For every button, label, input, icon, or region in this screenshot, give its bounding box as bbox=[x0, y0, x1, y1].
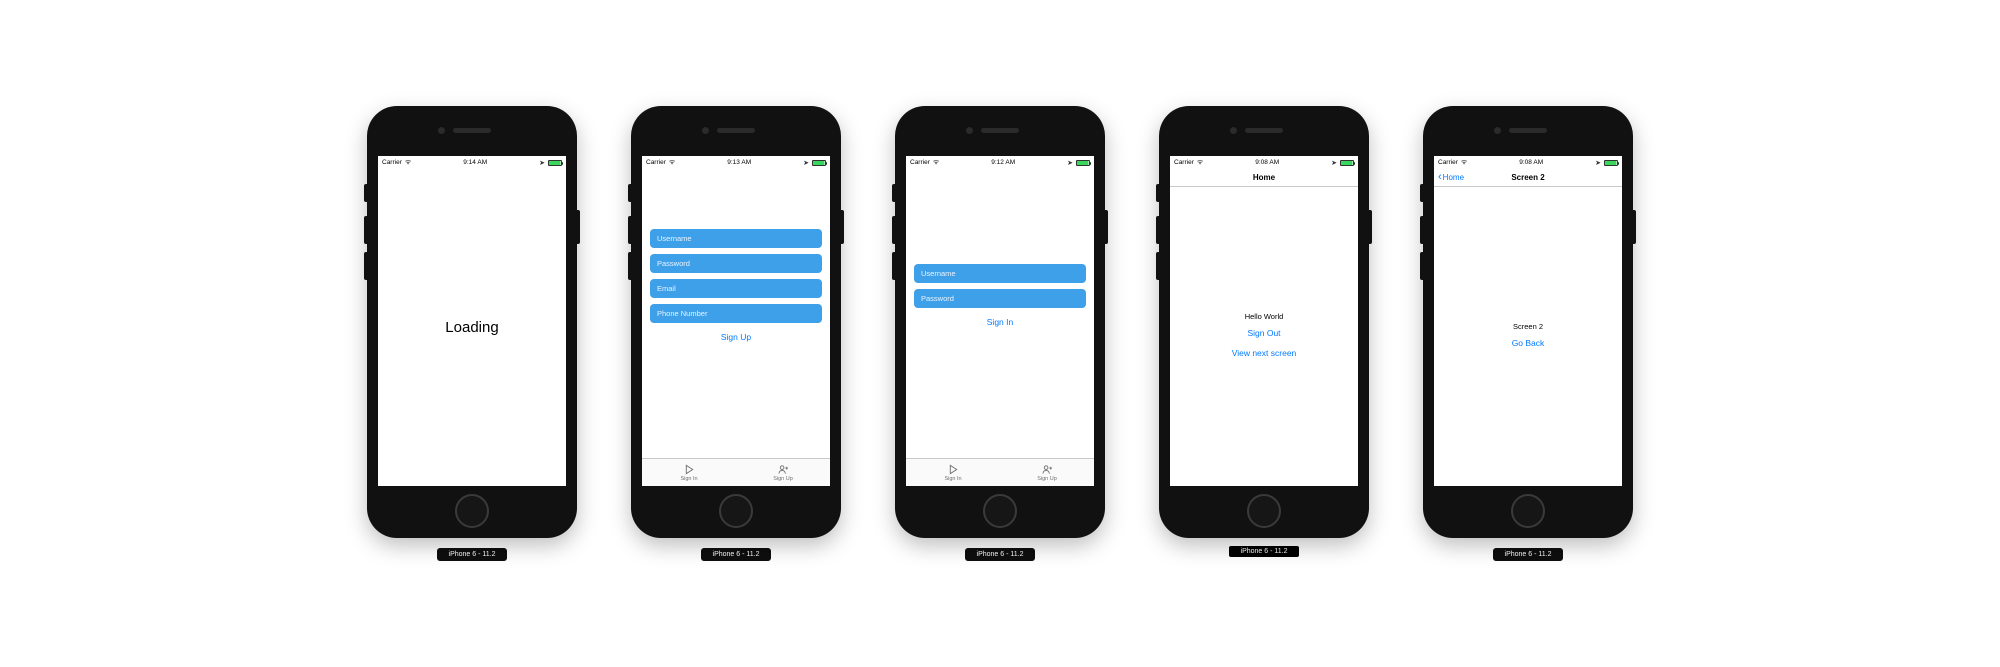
clock: 9:08 AM bbox=[1255, 159, 1279, 166]
view-next-button[interactable]: View next screen bbox=[1232, 345, 1297, 361]
screen-label: Screen 2 bbox=[1513, 322, 1543, 331]
wifi-icon: ᯤ bbox=[1197, 158, 1203, 167]
status-bar: Carrierᯤ 9:14 AM ➤ bbox=[378, 156, 566, 169]
home-button[interactable] bbox=[1511, 494, 1545, 528]
device-5: Carrierᯤ 9:08 AM ➤ ‹ Home Screen 2 Scree… bbox=[1423, 106, 1633, 561]
location-icon: ➤ bbox=[1067, 159, 1073, 167]
tab-signup[interactable]: Sign Up bbox=[736, 459, 830, 486]
device-4: Carrierᯤ 9:08 AM ➤ Home Hello World Sign… bbox=[1159, 106, 1369, 557]
status-bar: Carrierᯤ 9:12 AM ➤ bbox=[906, 156, 1094, 169]
loading-label: Loading bbox=[445, 319, 498, 336]
tab-bar: Sign In Sign Up bbox=[906, 458, 1094, 486]
simulator-label: iPhone 6 - 11.2 bbox=[965, 548, 1036, 561]
nav-bar: ‹ Home Screen 2 bbox=[1434, 169, 1622, 187]
screen-signup: Carrierᯤ 9:13 AM ➤ Sign Up bbox=[642, 156, 830, 486]
phone-frame: Carrierᯤ 9:14 AM ➤ Loading bbox=[367, 106, 577, 538]
signup-button[interactable]: Sign Up bbox=[721, 329, 751, 345]
carrier-label: Carrier bbox=[646, 159, 666, 166]
phone-field[interactable] bbox=[650, 304, 822, 323]
wifi-icon: ᯤ bbox=[669, 158, 675, 167]
wifi-icon: ᯤ bbox=[405, 158, 411, 167]
phone-frame: Carrierᯤ 9:08 AM ➤ ‹ Home Screen 2 Scree… bbox=[1423, 106, 1633, 538]
wifi-icon: ᯤ bbox=[933, 158, 939, 167]
signup-icon bbox=[1042, 464, 1053, 475]
home-button[interactable] bbox=[1247, 494, 1281, 528]
battery-icon bbox=[1340, 160, 1354, 166]
home-button[interactable] bbox=[983, 494, 1017, 528]
nav-title: Home bbox=[1253, 173, 1275, 182]
simulator-label: iPhone 6 - 11.2 bbox=[1493, 548, 1564, 561]
screen-home: Carrierᯤ 9:08 AM ➤ Home Hello World Sign… bbox=[1170, 156, 1358, 486]
username-field[interactable] bbox=[650, 229, 822, 248]
back-button[interactable]: ‹ Home bbox=[1438, 169, 1464, 186]
password-field[interactable] bbox=[650, 254, 822, 273]
home-button[interactable] bbox=[455, 494, 489, 528]
chevron-left-icon: ‹ bbox=[1438, 172, 1442, 183]
tab-signup-label: Sign Up bbox=[773, 476, 793, 482]
simulator-label: iPhone 6 - 11.2 bbox=[701, 548, 772, 561]
battery-icon bbox=[548, 160, 562, 166]
signin-button[interactable]: Sign In bbox=[987, 314, 1013, 330]
signup-icon bbox=[778, 464, 789, 475]
screen-loading: Carrierᯤ 9:14 AM ➤ Loading bbox=[378, 156, 566, 486]
tab-signin[interactable]: Sign In bbox=[906, 459, 1000, 486]
battery-icon bbox=[812, 160, 826, 166]
tab-signin[interactable]: Sign In bbox=[642, 459, 736, 486]
signout-button[interactable]: Sign Out bbox=[1247, 325, 1280, 341]
status-bar: Carrierᯤ 9:13 AM ➤ bbox=[642, 156, 830, 169]
nav-title: Screen 2 bbox=[1511, 173, 1544, 182]
tab-signin-label: Sign In bbox=[944, 476, 961, 482]
carrier-label: Carrier bbox=[382, 159, 402, 166]
phone-frame: Carrierᯤ 9:13 AM ➤ Sign Up bbox=[631, 106, 841, 538]
nav-bar: Home bbox=[1170, 169, 1358, 187]
location-icon: ➤ bbox=[803, 159, 809, 167]
battery-icon bbox=[1076, 160, 1090, 166]
device-1: Carrierᯤ 9:14 AM ➤ Loading iPhone 6 - 11… bbox=[367, 106, 577, 561]
carrier-label: Carrier bbox=[910, 159, 930, 166]
phone-frame: Carrierᯤ 9:12 AM ➤ Sign In bbox=[895, 106, 1105, 538]
screen-detail: Carrierᯤ 9:08 AM ➤ ‹ Home Screen 2 Scree… bbox=[1434, 156, 1622, 486]
battery-icon bbox=[1604, 160, 1618, 166]
email-field[interactable] bbox=[650, 279, 822, 298]
clock: 9:14 AM bbox=[463, 159, 487, 166]
clock: 9:12 AM bbox=[991, 159, 1015, 166]
signin-icon bbox=[684, 464, 695, 475]
back-label: Home bbox=[1443, 173, 1464, 182]
home-button[interactable] bbox=[719, 494, 753, 528]
clock: 9:08 AM bbox=[1519, 159, 1543, 166]
tab-signup[interactable]: Sign Up bbox=[1000, 459, 1094, 486]
password-field[interactable] bbox=[914, 289, 1086, 308]
simulator-label: iPhone 6 - 11.2 bbox=[1229, 546, 1300, 557]
device-2: Carrierᯤ 9:13 AM ➤ Sign Up bbox=[631, 106, 841, 561]
location-icon: ➤ bbox=[1595, 159, 1601, 167]
hello-label: Hello World bbox=[1245, 312, 1284, 321]
goback-button[interactable]: Go Back bbox=[1512, 335, 1545, 351]
simulator-label: iPhone 6 - 11.2 bbox=[437, 548, 508, 561]
clock: 9:13 AM bbox=[727, 159, 751, 166]
status-bar: Carrierᯤ 9:08 AM ➤ bbox=[1434, 156, 1622, 169]
device-3: Carrierᯤ 9:12 AM ➤ Sign In bbox=[895, 106, 1105, 561]
location-icon: ➤ bbox=[1331, 159, 1337, 167]
username-field[interactable] bbox=[914, 264, 1086, 283]
signin-icon bbox=[948, 464, 959, 475]
screen-signin: Carrierᯤ 9:12 AM ➤ Sign In bbox=[906, 156, 1094, 486]
carrier-label: Carrier bbox=[1438, 159, 1458, 166]
tab-signup-label: Sign Up bbox=[1037, 476, 1057, 482]
phone-frame: Carrierᯤ 9:08 AM ➤ Home Hello World Sign… bbox=[1159, 106, 1369, 538]
tab-signin-label: Sign In bbox=[680, 476, 697, 482]
wifi-icon: ᯤ bbox=[1461, 158, 1467, 167]
tab-bar: Sign In Sign Up bbox=[642, 458, 830, 486]
carrier-label: Carrier bbox=[1174, 159, 1194, 166]
location-icon: ➤ bbox=[539, 159, 545, 167]
status-bar: Carrierᯤ 9:08 AM ➤ bbox=[1170, 156, 1358, 169]
